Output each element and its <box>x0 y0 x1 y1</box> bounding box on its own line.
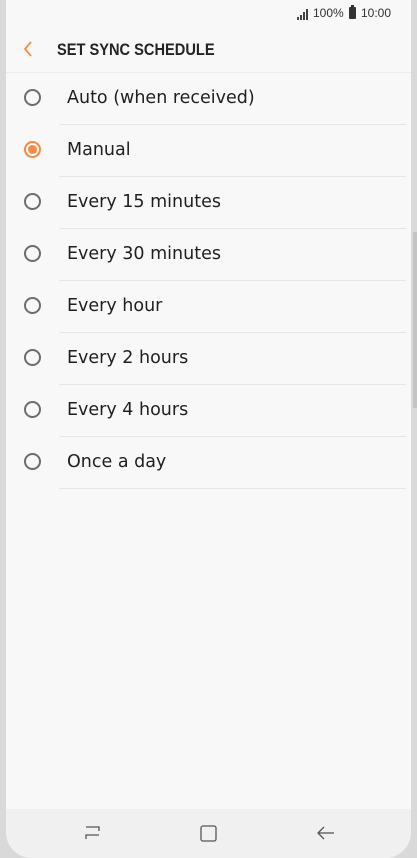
recent-apps-button[interactable] <box>78 819 108 847</box>
option-label: Auto (when received) <box>67 88 255 108</box>
home-button[interactable] <box>194 819 224 847</box>
clock: 10:00 <box>361 6 392 20</box>
chevron-left-icon <box>23 41 32 57</box>
home-icon <box>200 825 217 842</box>
screen: 100% 10:00 SET SYNC SCHEDULE Auto (when … <box>6 0 411 858</box>
sync-schedule-list: Auto (when received) Manual Every 15 min… <box>6 73 411 489</box>
option-every-15-minutes[interactable]: Every 15 minutes <box>6 177 411 229</box>
battery-icon <box>349 5 356 19</box>
status-bar: 100% 10:00 <box>6 0 411 26</box>
option-label: Manual <box>67 140 131 160</box>
option-label: Every 15 minutes <box>67 192 221 212</box>
app-header: SET SYNC SCHEDULE <box>6 26 411 73</box>
option-label: Once a day <box>67 452 167 472</box>
option-every-30-minutes[interactable]: Every 30 minutes <box>6 229 411 281</box>
radio-button-selected[interactable] <box>24 141 41 158</box>
radio-button[interactable] <box>24 89 41 106</box>
radio-button[interactable] <box>24 245 41 262</box>
device-frame: 100% 10:00 SET SYNC SCHEDULE Auto (when … <box>0 0 417 858</box>
radio-button[interactable] <box>24 193 41 210</box>
radio-button[interactable] <box>24 453 41 470</box>
device-side-button <box>413 232 417 408</box>
battery-percentage: 100% <box>313 6 344 20</box>
page-title: SET SYNC SCHEDULE <box>57 40 215 59</box>
option-label: Every 4 hours <box>67 400 189 420</box>
option-label: Every 30 minutes <box>67 244 221 264</box>
back-button[interactable] <box>14 36 44 62</box>
option-manual[interactable]: Manual <box>6 125 411 177</box>
back-icon <box>317 826 334 840</box>
option-once-a-day[interactable]: Once a day <box>6 437 411 489</box>
option-auto[interactable]: Auto (when received) <box>6 73 411 125</box>
option-label: Every 2 hours <box>67 348 189 368</box>
divider <box>59 488 406 489</box>
option-every-2-hours[interactable]: Every 2 hours <box>6 333 411 385</box>
recent-apps-icon <box>85 826 100 839</box>
radio-button[interactable] <box>24 297 41 314</box>
option-every-4-hours[interactable]: Every 4 hours <box>6 385 411 437</box>
option-every-hour[interactable]: Every hour <box>6 281 411 333</box>
radio-button[interactable] <box>24 401 41 418</box>
signal-icon <box>296 9 310 20</box>
option-label: Every hour <box>67 296 163 316</box>
nav-back-button[interactable] <box>311 819 341 847</box>
radio-button[interactable] <box>24 349 41 366</box>
navigation-bar <box>6 809 411 858</box>
